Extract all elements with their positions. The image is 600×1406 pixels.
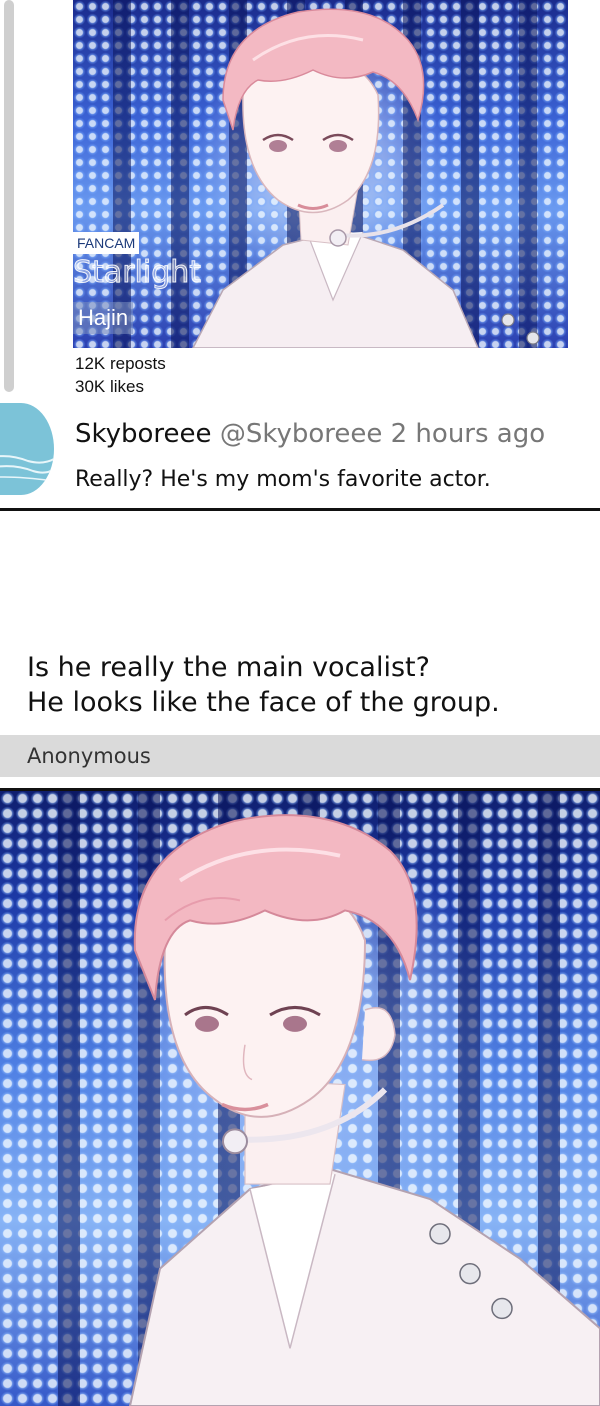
comment-header: Skyboreee @Skyboreee 2 hours ago (75, 418, 545, 450)
avatar-image (0, 403, 54, 495)
idol-closeup-illustration (128, 814, 600, 1406)
anonymous-bar: Anonymous (0, 735, 600, 777)
comment-username[interactable]: Skyboreee (75, 419, 212, 449)
question-line-1: Is he really the main vocalist? (27, 652, 430, 683)
idol-illustration (192, 8, 540, 348)
idol-closeup-panel (0, 788, 600, 1406)
likes-count: 30K likes (75, 377, 144, 396)
fancam-tag: FANCAM (73, 232, 140, 254)
post-thumbnail[interactable] (73, 0, 568, 348)
post-stats: 12K reposts 30K likes (75, 352, 166, 398)
webtoon-page: FANCAM Starlight Hajin 12K reposts 30K l… (0, 0, 600, 1406)
avatar[interactable] (0, 403, 54, 495)
question-text: Is he really the main vocalist? He looks… (27, 650, 500, 720)
comment-text: Really? He's my mom's favorite actor. (75, 467, 491, 492)
comment-timestamp: 2 hours ago (390, 419, 546, 449)
anonymous-label: Anonymous (27, 744, 151, 768)
comment-handle[interactable]: @Skyboreee (220, 419, 383, 449)
artist-name: Hajin (73, 302, 134, 334)
reposts-count: 12K reposts (75, 354, 166, 373)
question-line-2: He looks like the face of the group. (27, 687, 500, 718)
song-title: Starlight (72, 255, 202, 291)
panel-divider (0, 508, 600, 511)
thread-line (4, 0, 14, 392)
